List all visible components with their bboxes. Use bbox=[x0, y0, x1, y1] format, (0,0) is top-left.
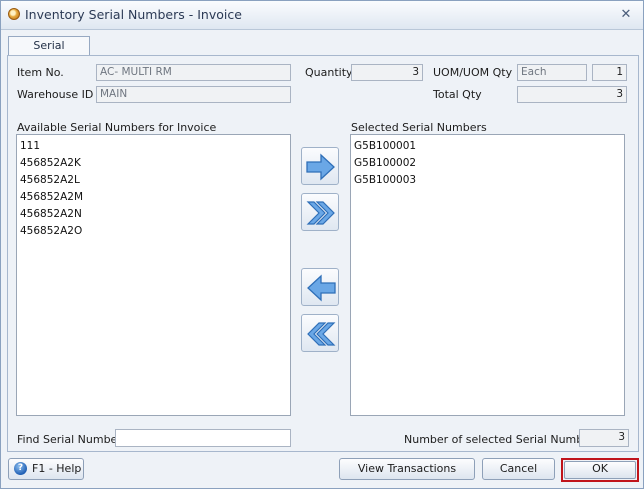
help-icon: ? bbox=[14, 462, 27, 475]
list-item[interactable]: 456852A2K bbox=[20, 155, 287, 172]
item-no-label: Item No. bbox=[17, 66, 64, 79]
list-item[interactable]: 456852A2L bbox=[20, 172, 287, 189]
move-selected-right-button[interactable] bbox=[301, 147, 339, 185]
ok-button-label: OK bbox=[564, 461, 636, 479]
list-item[interactable]: 456852A2M bbox=[20, 189, 287, 206]
warehouse-label: Warehouse ID bbox=[17, 88, 94, 101]
quantity-field: 3 bbox=[351, 64, 423, 81]
uom-qty-field: 1 bbox=[592, 64, 627, 81]
find-serial-label: Find Serial Number bbox=[17, 433, 122, 446]
selected-count-field: 3 bbox=[579, 429, 629, 447]
tab-serial-numbers[interactable]: Serial Numbers bbox=[8, 36, 90, 70]
dialog-window: Inventory Serial Numbers - Invoice ✕ Ser… bbox=[0, 0, 644, 489]
item-no-field: AC- MULTI RM bbox=[96, 64, 291, 81]
list-item[interactable]: 456852A2N bbox=[20, 206, 287, 223]
uom-field: Each bbox=[517, 64, 587, 81]
close-button[interactable]: ✕ bbox=[615, 7, 637, 23]
selected-list-label: Selected Serial Numbers bbox=[351, 121, 487, 134]
help-button[interactable]: ? F1 - Help bbox=[8, 458, 84, 480]
view-transactions-button[interactable]: View Transactions bbox=[339, 458, 475, 480]
double-arrow-left-icon bbox=[307, 322, 336, 346]
total-qty-label: Total Qty bbox=[433, 88, 482, 101]
move-all-right-button[interactable] bbox=[301, 193, 339, 231]
list-item[interactable]: G5B100002 bbox=[354, 155, 621, 172]
cancel-button[interactable]: Cancel bbox=[482, 458, 555, 480]
app-icon bbox=[8, 8, 20, 20]
title-bar: Inventory Serial Numbers - Invoice ✕ bbox=[1, 1, 643, 30]
window-title: Inventory Serial Numbers - Invoice bbox=[25, 7, 242, 22]
selected-serials-list[interactable]: G5B100001 G5B100002 G5B100003 bbox=[350, 134, 625, 416]
move-all-left-button[interactable] bbox=[301, 314, 339, 352]
ok-button[interactable]: OK bbox=[561, 458, 639, 482]
list-item[interactable]: G5B100001 bbox=[354, 138, 621, 155]
available-list-label: Available Serial Numbers for Invoice bbox=[17, 121, 217, 134]
double-arrow-right-icon bbox=[306, 201, 335, 225]
selected-count-label: Number of selected Serial Numbers bbox=[404, 433, 601, 446]
list-item[interactable]: 111 bbox=[20, 138, 287, 155]
total-qty-field: 3 bbox=[517, 86, 627, 103]
arrow-left-icon bbox=[307, 274, 336, 302]
list-item[interactable]: G5B100003 bbox=[354, 172, 621, 189]
warehouse-field: MAIN bbox=[96, 86, 291, 103]
list-item[interactable]: 456852A2O bbox=[20, 223, 287, 240]
arrow-right-icon bbox=[306, 153, 335, 181]
quantity-label: Quantity bbox=[305, 66, 353, 79]
available-serials-list[interactable]: 111 456852A2K 456852A2L 456852A2M 456852… bbox=[16, 134, 291, 416]
uom-label: UOM/UOM Qty bbox=[433, 66, 513, 79]
move-selected-left-button[interactable] bbox=[301, 268, 339, 306]
find-serial-input[interactable] bbox=[115, 429, 291, 447]
serial-numbers-panel: Item No. AC- MULTI RM Quantity 3 UOM/UOM… bbox=[7, 55, 639, 452]
help-button-label: F1 - Help bbox=[32, 462, 82, 475]
